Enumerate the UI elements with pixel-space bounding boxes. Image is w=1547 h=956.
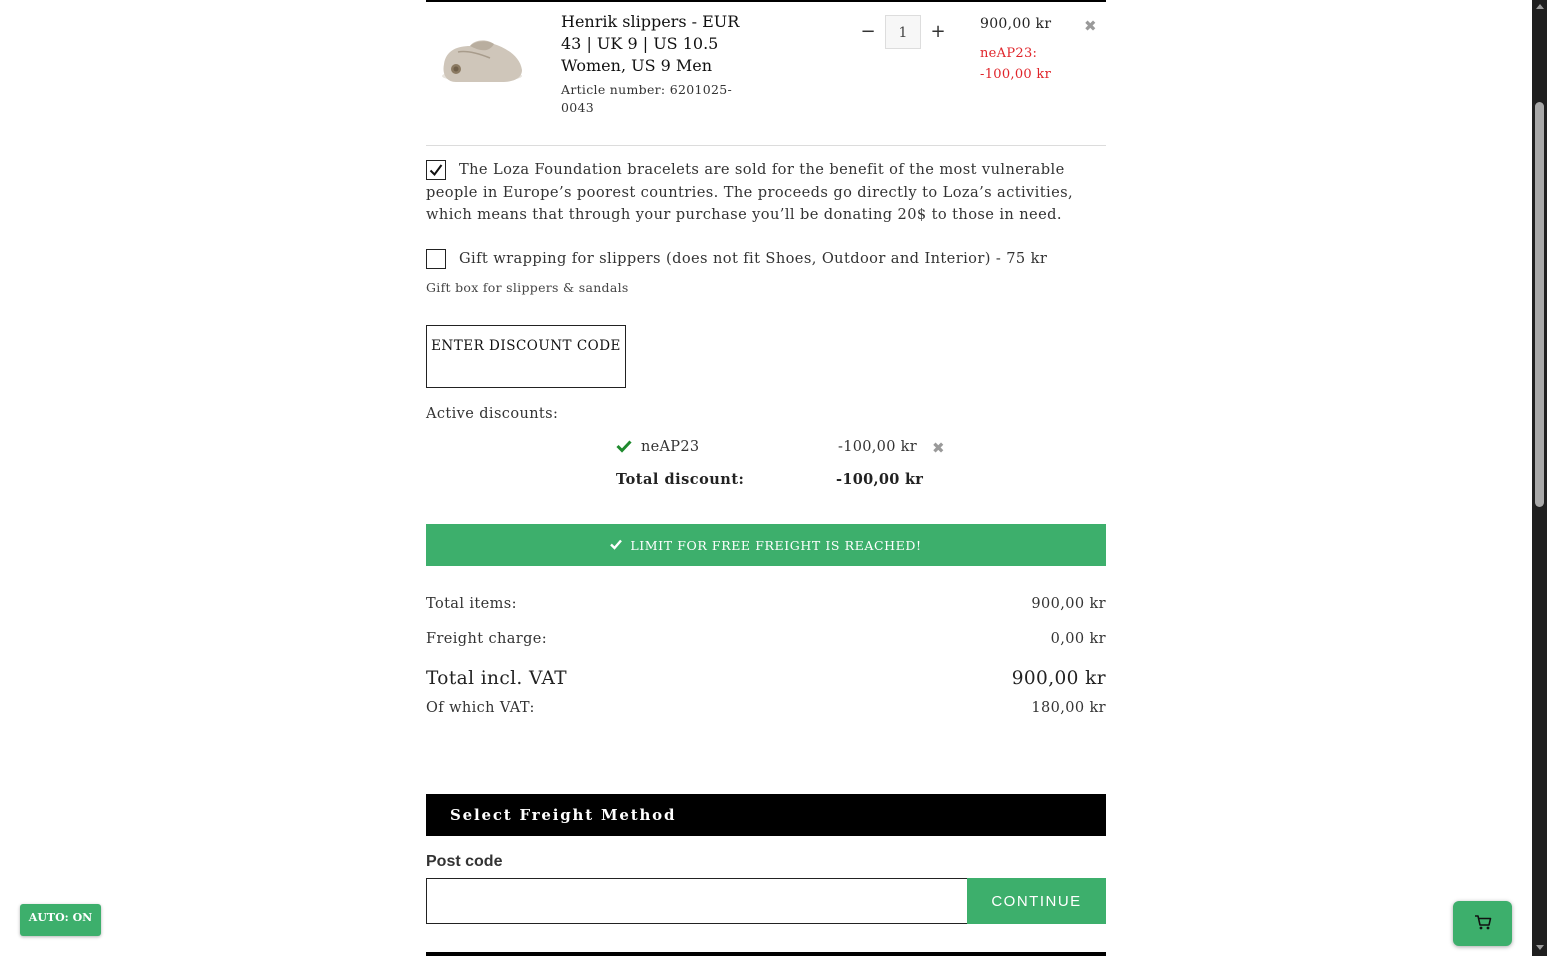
freight-charge-label: Freight charge: xyxy=(426,631,548,647)
product-discount: neAP23: -100,00 kr xyxy=(980,43,1051,85)
close-icon: ✖ xyxy=(932,439,945,457)
divider xyxy=(426,145,1106,146)
article-number: Article number: 6201025-0043 xyxy=(561,82,732,115)
product-discount-amount: -100,00 kr xyxy=(980,67,1052,82)
close-icon: ✖ xyxy=(1084,17,1097,35)
auto-toggle-button[interactable]: AUTO: ON xyxy=(20,904,101,936)
cart-icon xyxy=(1474,914,1492,934)
check-icon xyxy=(616,438,632,458)
product-name[interactable]: Henrik slippers - EUR 43 | UK 9 | US 10.… xyxy=(561,11,746,77)
gift-wrap-description: Gift box for slippers & sandals xyxy=(426,280,629,295)
total-discount-label: Total discount: xyxy=(616,471,745,488)
donation-checkbox[interactable] xyxy=(426,160,446,180)
total-incl-vat-label: Total incl. VAT xyxy=(426,668,567,689)
post-code-input[interactable] xyxy=(426,878,968,924)
quantity-increase-button[interactable]: + xyxy=(928,20,948,44)
cart-button[interactable] xyxy=(1453,901,1512,946)
discount-amount: -100,00 kr xyxy=(838,439,917,455)
top-divider xyxy=(426,0,1106,2)
total-incl-vat-value: 900,00 kr xyxy=(1011,668,1106,689)
enter-discount-code-button[interactable]: ENTER DISCOUNT CODE xyxy=(426,325,626,388)
donation-text: The Loza Foundation bracelets are sold f… xyxy=(426,161,1074,223)
gift-wrap-checkbox[interactable] xyxy=(426,249,446,269)
checkmark-icon xyxy=(429,164,443,177)
freight-charge-value: 0,00 kr xyxy=(1050,631,1106,647)
total-incl-vat-row: Total incl. VAT 900,00 kr xyxy=(426,668,1106,689)
total-discount-amount: -100,00 kr xyxy=(836,471,924,488)
select-freight-method-header[interactable]: Select Freight Method xyxy=(426,794,1106,836)
gift-wrap-label[interactable]: Gift wrapping for slippers (does not fit… xyxy=(459,248,1047,270)
scroll-up-arrow-icon[interactable] xyxy=(1536,4,1544,9)
remove-discount-button[interactable]: ✖ xyxy=(932,439,945,457)
vat-label: Of which VAT: xyxy=(426,700,535,716)
scroll-thumb[interactable] xyxy=(1535,102,1544,507)
discount-code: neAP23 xyxy=(641,439,700,455)
total-items-row: Total items: 900,00 kr xyxy=(426,596,1106,612)
continue-button[interactable]: CONTINUE xyxy=(967,878,1106,924)
free-freight-banner: LIMIT FOR FREE FREIGHT IS REACHED! xyxy=(426,524,1106,566)
active-discounts-label: Active discounts: xyxy=(426,406,559,422)
product-price: 900,00 kr xyxy=(980,16,1052,32)
check-icon xyxy=(610,538,623,553)
vat-value: 180,00 kr xyxy=(1031,700,1106,716)
product-discount-code: neAP23: xyxy=(980,46,1038,61)
freight-charge-row: Freight charge: 0,00 kr xyxy=(426,631,1106,647)
scroll-down-arrow-icon[interactable] xyxy=(1536,945,1544,950)
bottom-divider xyxy=(426,952,1106,956)
free-freight-text: LIMIT FOR FREE FREIGHT IS REACHED! xyxy=(630,537,922,553)
quantity-decrease-button[interactable]: − xyxy=(858,20,878,44)
quantity-field[interactable]: 1 xyxy=(885,15,921,49)
product-image[interactable] xyxy=(436,30,526,90)
vat-row: Of which VAT: 180,00 kr xyxy=(426,700,1106,716)
total-items-value: 900,00 kr xyxy=(1031,596,1106,612)
total-items-label: Total items: xyxy=(426,596,517,612)
post-code-label: Post code xyxy=(426,853,503,870)
remove-item-button[interactable]: ✖ xyxy=(1084,17,1097,35)
page-scrollbar[interactable] xyxy=(1532,0,1547,956)
